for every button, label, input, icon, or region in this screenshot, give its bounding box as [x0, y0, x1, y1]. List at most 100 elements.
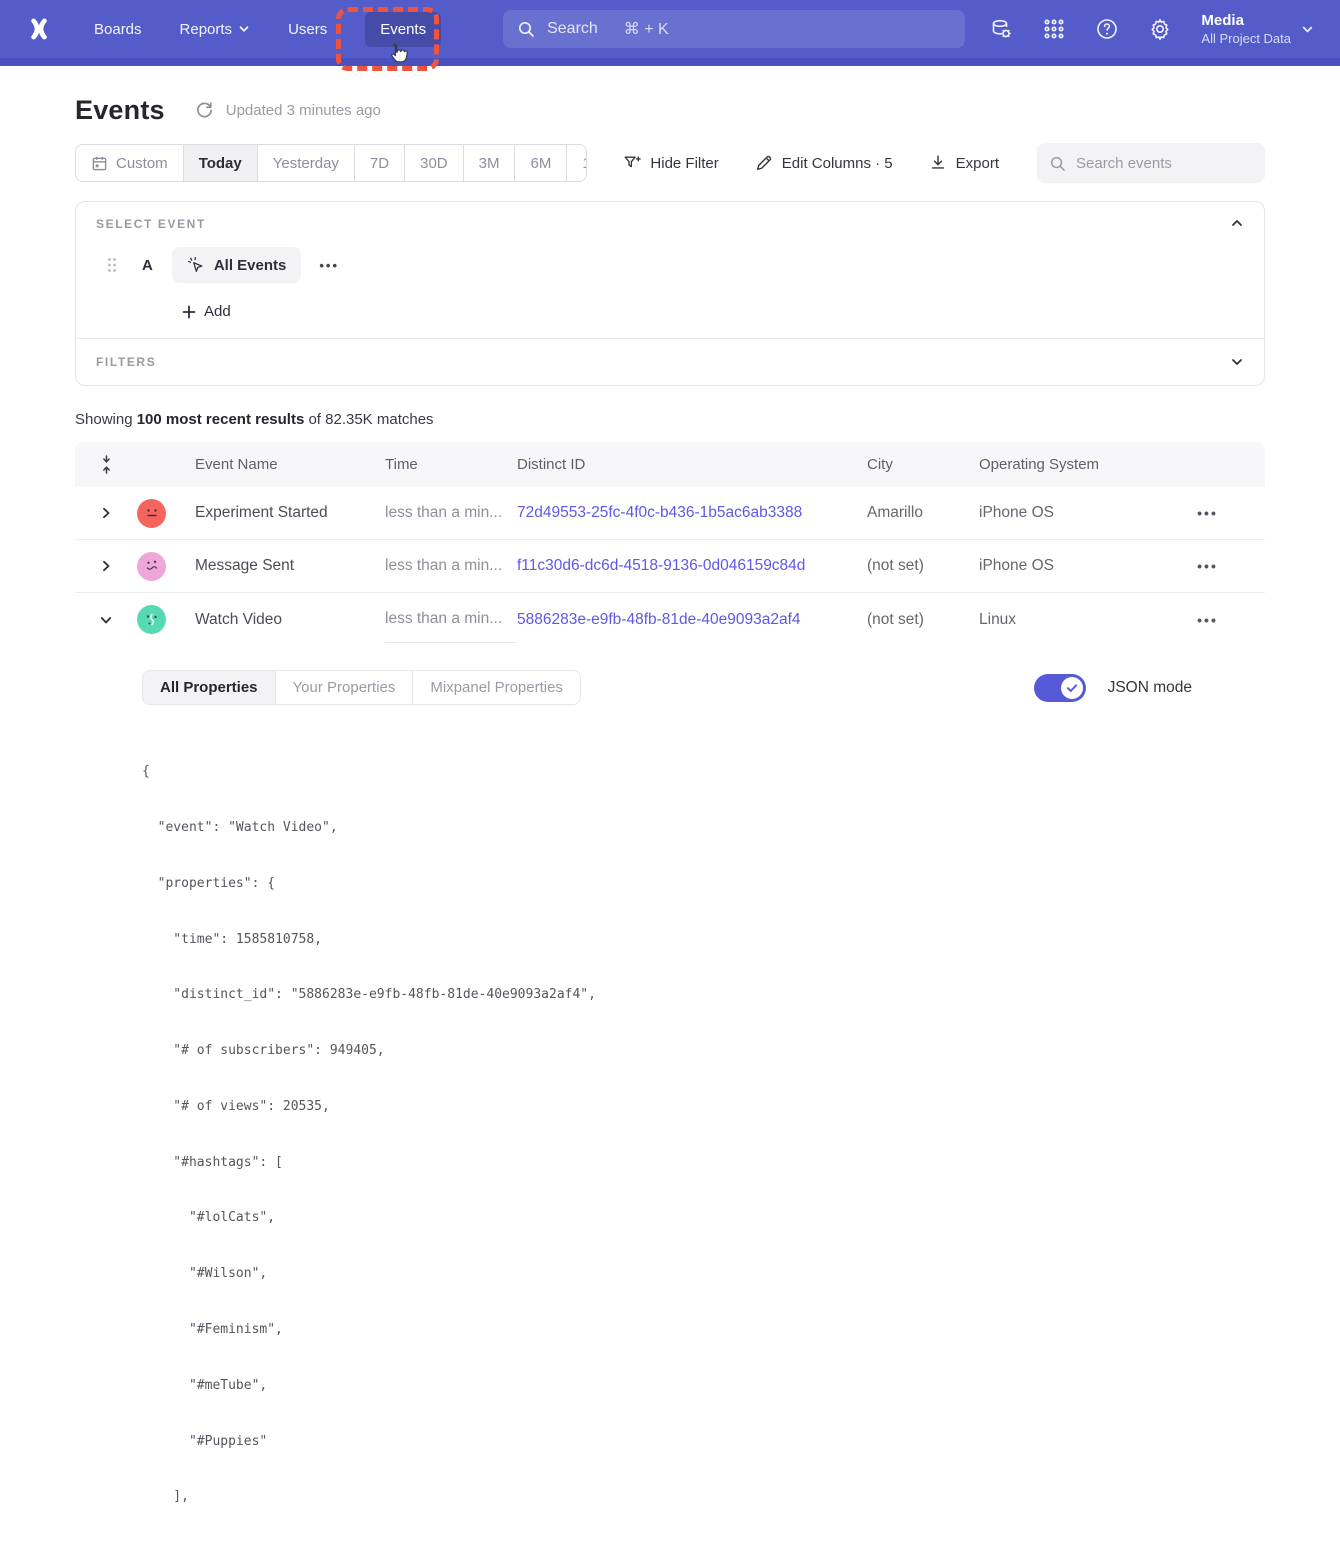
- chevron-up-icon[interactable]: [1230, 216, 1244, 230]
- column-header-distinct-id: Distinct ID: [517, 456, 867, 473]
- row-actions-button[interactable]: •••: [1197, 505, 1218, 521]
- add-label: Add: [204, 303, 231, 320]
- tab-your-properties[interactable]: Your Properties: [276, 671, 414, 704]
- table-row-expanded[interactable]: Watch Video less than a min... 5886283e-…: [75, 593, 1265, 646]
- json-mode-label: JSON mode: [1108, 679, 1192, 697]
- date-range-30d[interactable]: 30D: [405, 145, 464, 181]
- row-actions-button[interactable]: •••: [1197, 612, 1218, 628]
- event-name-cell: Watch Video: [195, 611, 385, 629]
- date-range-label: 3M: [479, 155, 500, 172]
- page-title: Events: [75, 95, 165, 126]
- project-selector[interactable]: Media All Project Data: [1201, 11, 1314, 47]
- summary-prefix: Showing: [75, 411, 137, 428]
- date-range-custom[interactable]: Custom: [76, 145, 184, 181]
- nav-item-boards[interactable]: Boards: [94, 21, 142, 38]
- edit-columns-label: Edit Columns · 5: [782, 155, 893, 172]
- magic-cursor-icon: [187, 256, 205, 274]
- json-line: "#lolCats",: [142, 1209, 1192, 1228]
- drag-handle-icon[interactable]: [107, 257, 117, 273]
- table-row[interactable]: Message Sent less than a min... f11c30d6…: [75, 540, 1265, 593]
- nav-item-reports[interactable]: Reports: [180, 21, 251, 38]
- mixpanel-logo[interactable]: [26, 16, 52, 42]
- chevron-down-icon[interactable]: [100, 614, 112, 626]
- date-range-label: 6M: [530, 155, 551, 172]
- updated-timestamp: Updated 3 minutes ago: [226, 102, 381, 119]
- date-range-label: 30D: [420, 155, 448, 172]
- date-range-label: Custom: [116, 155, 168, 172]
- os-cell: Linux: [979, 611, 1150, 629]
- hide-filter-label: Hide Filter: [650, 155, 718, 172]
- event-name-cell: Experiment Started: [195, 504, 385, 522]
- json-line: "#hashtags": [: [142, 1154, 1192, 1173]
- date-range-3m[interactable]: 3M: [464, 145, 516, 181]
- date-range-label: Yesterday: [273, 155, 339, 172]
- add-event-button[interactable]: Add: [182, 303, 1244, 320]
- event-avatar: [137, 605, 166, 634]
- results-summary: Showing 100 most recent results of 82.35…: [75, 411, 1265, 428]
- json-line: "distinct_id": "5886283e-e9fb-48fb-81de-…: [142, 986, 1192, 1005]
- events-search-input[interactable]: [1076, 155, 1253, 172]
- tab-mixpanel-properties[interactable]: Mixpanel Properties: [413, 671, 580, 704]
- nav-item-users[interactable]: Users: [288, 21, 327, 38]
- event-avatar: [137, 499, 166, 528]
- page-title-row: Events Updated 3 minutes ago: [75, 92, 1265, 128]
- help-icon[interactable]: [1095, 17, 1119, 41]
- export-button[interactable]: Export: [929, 154, 999, 172]
- events-page: Events Updated 3 minutes ago Custom Toda…: [0, 66, 1340, 1544]
- event-selector-pill[interactable]: All Events: [172, 247, 302, 283]
- project-name: Media: [1201, 11, 1291, 30]
- table-row[interactable]: Experiment Started less than a min... 72…: [75, 487, 1265, 540]
- date-range-12m[interactable]: 12M: [567, 145, 587, 181]
- json-mode-toggle[interactable]: [1034, 674, 1086, 702]
- event-more-button[interactable]: •••: [319, 258, 339, 273]
- plus-icon: [182, 305, 196, 319]
- table-header-row: Event Name Time Distinct ID City Operati…: [75, 442, 1265, 487]
- event-avatar: [137, 552, 166, 581]
- global-search[interactable]: Search ⌘ + K: [503, 10, 965, 48]
- selected-event-name: All Events: [214, 257, 287, 274]
- nav-item-label: Reports: [180, 21, 233, 38]
- avatar-face-icon: [142, 610, 162, 630]
- collapse-rows-icon[interactable]: [100, 455, 113, 474]
- distinct-id-link[interactable]: 72d49553-25fc-4f0c-b436-1b5ac6ab3388: [517, 504, 867, 522]
- time-cell: less than a min...: [385, 557, 517, 575]
- column-header-city: City: [867, 456, 979, 473]
- nav-right-cluster: Media All Project Data: [989, 11, 1314, 47]
- apps-grid-icon[interactable]: [1042, 17, 1066, 41]
- chevron-right-icon[interactable]: [100, 507, 112, 519]
- distinct-id-link[interactable]: f11c30d6-dc6d-4518-9136-0d046159c84d: [517, 557, 867, 575]
- edit-columns-button[interactable]: Edit Columns · 5: [755, 154, 893, 172]
- chevron-right-icon[interactable]: [100, 560, 112, 572]
- json-line: "time": 1585810758,: [142, 931, 1192, 950]
- hide-filter-button[interactable]: Hide Filter: [623, 154, 718, 172]
- properties-tabset: All Properties Your Properties Mixpanel …: [142, 670, 581, 705]
- tab-all-properties[interactable]: All Properties: [143, 671, 276, 704]
- date-range-6m[interactable]: 6M: [515, 145, 567, 181]
- data-management-icon[interactable]: [989, 17, 1013, 41]
- date-range-today[interactable]: Today: [184, 145, 258, 181]
- events-table: Event Name Time Distinct ID City Operati…: [75, 442, 1265, 1544]
- row-actions-button[interactable]: •••: [1197, 558, 1218, 574]
- select-event-label: SELECT EVENT: [96, 217, 1244, 231]
- json-line: "#Wilson",: [142, 1265, 1192, 1284]
- nav-item-label: Events: [380, 21, 426, 38]
- json-mode-control: JSON mode: [1034, 674, 1192, 702]
- events-search-box: [1037, 143, 1265, 183]
- settings-gear-icon[interactable]: [1148, 17, 1172, 41]
- check-icon: [1066, 682, 1078, 694]
- controls-row: Custom Today Yesterday 7D 30D 3M 6M 12M …: [75, 143, 1265, 183]
- clause-letter: A: [142, 257, 153, 274]
- chevron-down-icon[interactable]: [1230, 355, 1244, 369]
- city-cell: (not set): [867, 611, 979, 629]
- nav-item-events[interactable]: Events: [365, 12, 441, 47]
- date-range-yesterday[interactable]: Yesterday: [258, 145, 355, 181]
- time-cell: less than a min...: [385, 596, 517, 643]
- summary-suffix: of 82.35K matches: [304, 411, 433, 428]
- date-range-picker: Custom Today Yesterday 7D 30D 3M 6M 12M: [75, 144, 587, 182]
- nav-items: Boards Reports Users Events: [94, 12, 441, 47]
- refresh-icon[interactable]: [195, 101, 214, 120]
- tab-label: Your Properties: [293, 679, 396, 696]
- date-range-7d[interactable]: 7D: [355, 145, 405, 181]
- distinct-id-link[interactable]: 5886283e-e9fb-48fb-81de-40e9093a2af4: [517, 611, 867, 629]
- detail-toolbar: All Properties Your Properties Mixpanel …: [142, 670, 1192, 705]
